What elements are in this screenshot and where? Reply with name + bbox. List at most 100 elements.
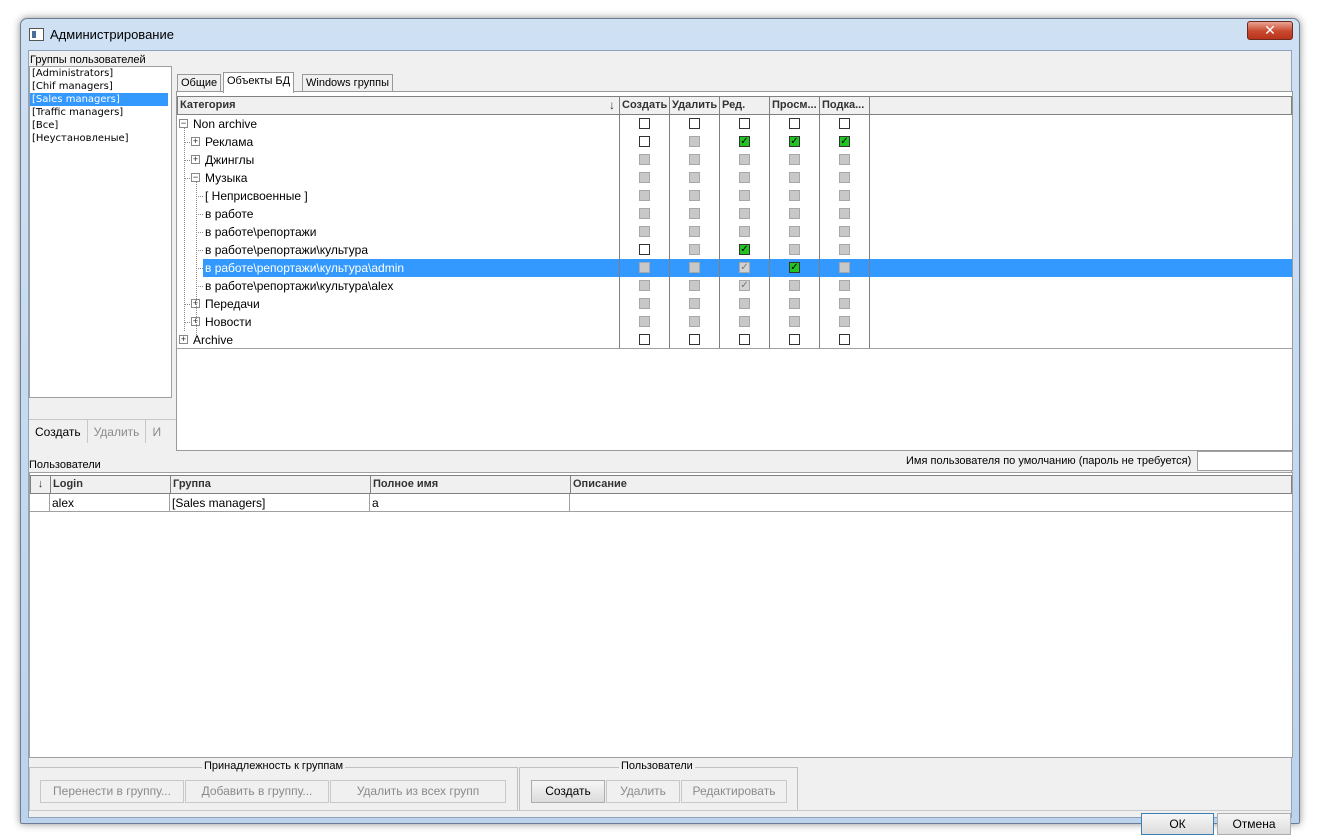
tree-row[interactable]: + Новости [177, 313, 1292, 331]
permission-checkbox [789, 280, 800, 291]
users-sort-arrow-icon[interactable]: ↓ [31, 476, 51, 493]
move-to-group-button[interactable]: Перенести в группу... [40, 780, 184, 803]
col-create[interactable]: Создать [620, 97, 670, 114]
tree-row[interactable]: в работе\репортажи\культура\alex ✓ [177, 277, 1292, 295]
group-list-item[interactable]: [Chif managers] [30, 80, 171, 93]
col-group[interactable]: Группа [171, 476, 371, 493]
tab-general[interactable]: Общие [177, 74, 222, 92]
create-group-button[interactable]: Создать [29, 420, 87, 443]
collapse-icon[interactable]: − [179, 119, 188, 128]
permission-checkbox[interactable]: ✓ [789, 136, 800, 147]
col-full-name[interactable]: Полное имя [371, 476, 571, 493]
expand-icon[interactable]: + [191, 137, 200, 146]
cancel-button[interactable]: Отмена [1217, 813, 1291, 835]
permission-checkbox[interactable]: ✓ [839, 136, 850, 147]
cell-group: [Sales managers] [170, 494, 370, 512]
groups-buttons: Создать Удалить И [29, 419, 177, 443]
permission-checkbox [789, 154, 800, 165]
permission-checkbox[interactable] [739, 334, 750, 345]
permission-checkbox[interactable]: ✓ [789, 262, 800, 273]
title-bar: Администрирование ✕ [21, 19, 1299, 49]
tree-item-label: Джинглы [205, 153, 255, 167]
collapse-icon[interactable]: − [191, 173, 200, 182]
tab-windows-groups[interactable]: Windows группы [302, 74, 394, 92]
tree-row[interactable]: [ Неприсвоенные ] [177, 187, 1292, 205]
group-list-item[interactable]: [Все] [30, 119, 171, 132]
permission-checkbox[interactable] [639, 334, 650, 345]
tree-connector [196, 196, 203, 197]
tree-row[interactable]: в работе [177, 205, 1292, 223]
default-user-input[interactable] [1197, 451, 1293, 471]
tree-item-label: в работе\репортажи\культура\alex [205, 279, 394, 293]
permission-checkbox[interactable]: ✓ [739, 136, 750, 147]
col-edit[interactable]: Ред. [720, 97, 770, 114]
permission-checkbox [839, 226, 850, 237]
group-list-item[interactable]: [Traffic managers] [30, 106, 171, 119]
users-grid: ↓ Login Группа Полное имя Описание alex … [29, 472, 1293, 758]
group-extra-button[interactable]: И [145, 420, 167, 443]
permission-checkbox[interactable] [639, 136, 650, 147]
column-divider [819, 115, 820, 349]
col-delete[interactable]: Удалить [670, 97, 720, 114]
group-list-item[interactable]: [Неустановленые] [30, 132, 171, 145]
delete-group-button[interactable]: Удалить [86, 420, 146, 443]
column-divider [869, 115, 870, 349]
tree-row[interactable]: + Archive [177, 331, 1292, 349]
column-divider [769, 115, 770, 349]
expand-icon[interactable]: + [191, 155, 200, 164]
permission-checkbox[interactable] [689, 334, 700, 345]
permission-checkbox[interactable] [689, 118, 700, 129]
permission-checkbox[interactable] [789, 118, 800, 129]
delete-user-button[interactable]: Удалить [606, 780, 680, 803]
tree-row[interactable]: в работе\репортажи [177, 223, 1292, 241]
permission-checkbox [639, 280, 650, 291]
tree-row[interactable]: в работе\репортажи\культура\admin ✓ ✓ [177, 259, 1292, 277]
expand-icon[interactable]: + [179, 335, 188, 344]
groups-list[interactable]: [Administrators] [Chif managers] [Sales ma… [29, 66, 172, 398]
permission-checkbox [689, 280, 700, 291]
tree-row[interactable]: − Музыка [177, 169, 1292, 187]
permission-checkbox [689, 298, 700, 309]
remove-from-all-groups-button[interactable]: Удалить из всех групп [330, 780, 506, 803]
close-button[interactable]: ✕ [1247, 21, 1293, 40]
membership-title: Принадлежность к группам [202, 760, 346, 772]
permission-checkbox [839, 154, 850, 165]
group-list-item[interactable]: [Sales managers] [30, 93, 168, 106]
tree-row[interactable]: + Передачи [177, 295, 1292, 313]
permission-checkbox[interactable] [639, 244, 650, 255]
window-title: Администрирование [50, 27, 174, 42]
footer-divider [29, 810, 1293, 811]
permission-checkbox[interactable] [789, 334, 800, 345]
ok-button[interactable]: ОК [1141, 813, 1214, 835]
edit-user-button[interactable]: Редактировать [681, 780, 787, 803]
permission-checkbox[interactable] [639, 118, 650, 129]
permissions-tree: − Non archive + Реклама ✓ ✓ ✓ + Джинглы − Музыка[ … [177, 115, 1292, 349]
permission-checkbox[interactable] [839, 334, 850, 345]
permission-checkbox [839, 244, 850, 255]
col-login[interactable]: Login [51, 476, 171, 493]
col-view[interactable]: Просм... [770, 97, 820, 114]
tree-row[interactable]: − Non archive [177, 115, 1292, 133]
table-row[interactable]: alex [Sales managers] a [30, 494, 1292, 512]
col-connect[interactable]: Подка... [820, 97, 870, 114]
create-user-button[interactable]: Создать [531, 780, 605, 803]
tree-row[interactable]: + Джинглы [177, 151, 1292, 169]
row-indicator [30, 494, 50, 512]
tree-connector [196, 268, 203, 269]
permission-checkbox: ✓ [739, 280, 750, 291]
permission-checkbox[interactable]: ✓ [739, 244, 750, 255]
col-description[interactable]: Описание [571, 476, 1293, 493]
tree-row[interactable]: в работе\репортажи\культура ✓ [177, 241, 1292, 259]
permission-checkbox [739, 226, 750, 237]
permission-checkbox[interactable] [839, 118, 850, 129]
tree-item-label: Музыка [205, 171, 248, 185]
tab-db-objects[interactable]: Объекты БД [223, 72, 295, 93]
permission-checkbox[interactable] [739, 118, 750, 129]
group-list-item[interactable]: [Administrators] [30, 67, 171, 80]
add-to-group-button[interactable]: Добавить в группу... [185, 780, 329, 803]
tree-row[interactable]: + Реклама ✓ ✓ ✓ [177, 133, 1292, 151]
sort-arrow-icon[interactable]: ↓ [609, 97, 615, 114]
col-category[interactable]: Категория ↓ [178, 97, 620, 114]
tree-item-label: Реклама [205, 135, 254, 149]
tree-item-label: Non archive [193, 117, 258, 131]
